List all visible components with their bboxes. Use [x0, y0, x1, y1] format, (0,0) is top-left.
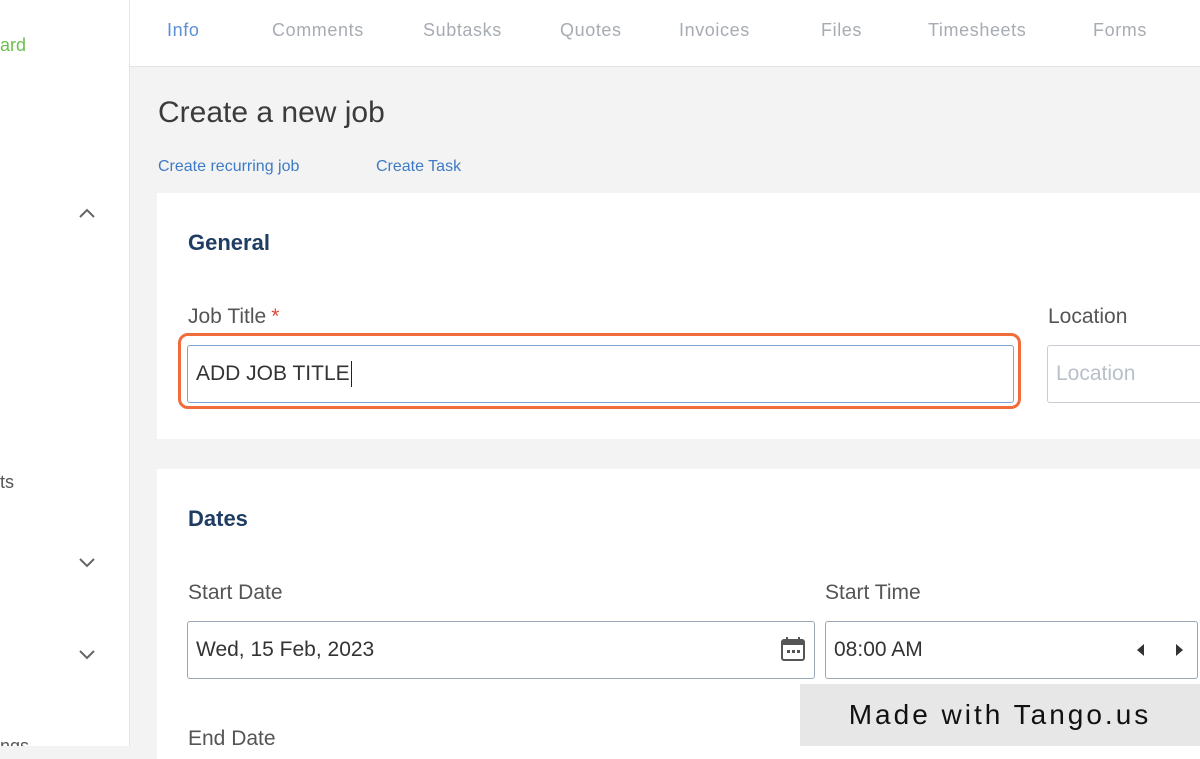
sidebar-item-dashboard[interactable]: ard	[0, 35, 26, 56]
dates-section-title: Dates	[188, 506, 248, 531]
location-placeholder: Location	[1056, 362, 1136, 385]
calendar-icon[interactable]	[780, 636, 806, 667]
required-indicator: *	[271, 305, 280, 328]
location-label: Location	[1048, 305, 1128, 328]
page-title: Create a new job	[158, 96, 385, 129]
tab-invoices[interactable]: Invoices	[679, 20, 750, 41]
location-input[interactable]: Location	[1047, 345, 1200, 403]
job-title-label: Job Title *	[188, 305, 279, 329]
create-task-link[interactable]: Create Task	[376, 158, 461, 176]
sidebar: ard ts ngs	[0, 0, 130, 746]
tab-comments[interactable]: Comments	[272, 20, 364, 41]
start-time-label: Start Time	[825, 581, 921, 604]
job-title-value: ADD JOB TITLE	[196, 362, 350, 385]
start-time-value: 08:00 AM	[834, 638, 923, 661]
text-cursor	[350, 361, 352, 387]
tango-watermark: Made with Tango.us	[800, 684, 1200, 746]
tab-info[interactable]: Info	[167, 20, 199, 41]
tab-bar: Info Comments Subtasks Quotes Invoices F…	[130, 0, 1200, 67]
sidebar-item-partial[interactable]: ts	[0, 472, 14, 493]
tab-timesheets[interactable]: Timesheets	[928, 20, 1026, 41]
job-title-input[interactable]: ADD JOB TITLE	[187, 345, 1014, 403]
start-date-value: Wed, 15 Feb, 2023	[196, 638, 375, 661]
job-title-label-text: Job Title	[188, 305, 267, 328]
tab-subtasks[interactable]: Subtasks	[423, 20, 502, 41]
start-date-label: Start Date	[188, 581, 283, 604]
tab-forms[interactable]: Forms	[1093, 20, 1147, 41]
end-date-label: End Date	[188, 727, 276, 750]
caret-right-icon[interactable]	[1174, 642, 1186, 663]
tab-quotes[interactable]: Quotes	[560, 20, 622, 41]
create-recurring-job-link[interactable]: Create recurring job	[158, 158, 299, 176]
caret-left-icon[interactable]	[1134, 642, 1146, 663]
chevron-up-icon[interactable]	[77, 204, 97, 224]
sidebar-item-settings[interactable]: ngs	[0, 736, 29, 746]
start-date-input[interactable]: Wed, 15 Feb, 2023	[187, 621, 815, 679]
chevron-down-icon[interactable]	[77, 644, 97, 664]
chevron-down-icon[interactable]	[77, 552, 97, 572]
tab-files[interactable]: Files	[821, 20, 862, 41]
general-section-title: General	[188, 230, 270, 255]
